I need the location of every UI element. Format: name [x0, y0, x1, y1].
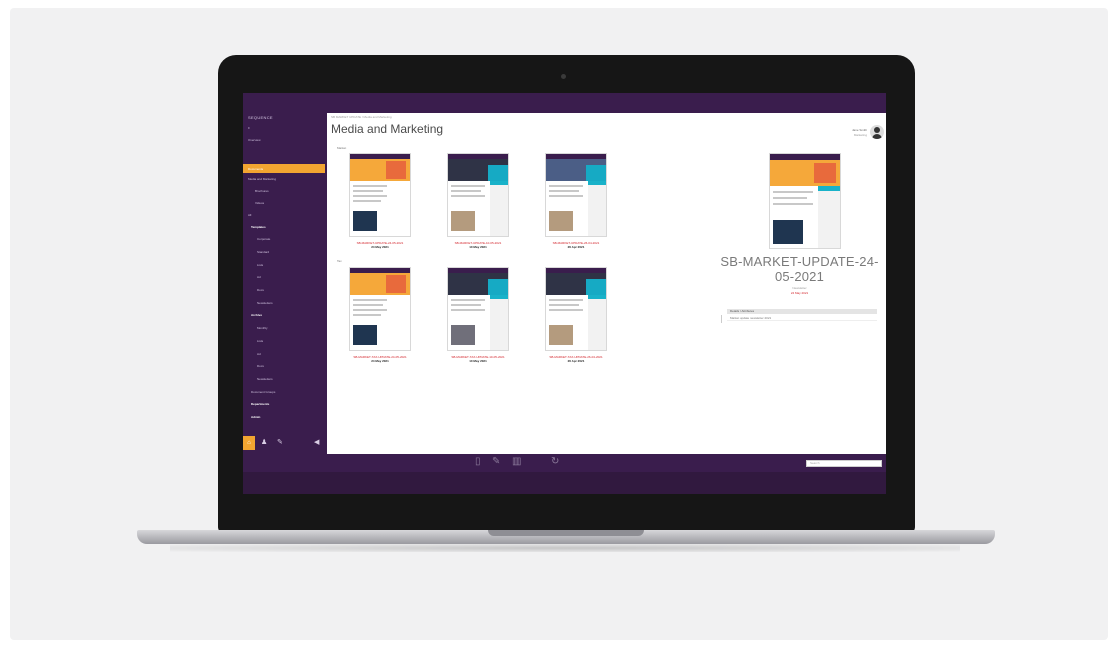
detail-divider — [721, 315, 722, 323]
sidebar-item-monthly[interactable]: Monthly — [257, 326, 268, 330]
document-card[interactable]: SB-MARKET-TAX-UPDATE-26-04-2021 26 Apr 2… — [539, 267, 609, 367]
search-input[interactable]: Search — [806, 460, 882, 467]
sidebar-item-archive[interactable]: Archive — [251, 313, 262, 317]
sidebar-item-lists-2[interactable]: Lists — [257, 339, 263, 343]
document-date: 24 May 2021 — [371, 245, 389, 249]
laptop-shadow — [170, 544, 960, 552]
sidebar-item-brochures[interactable]: Brochures — [255, 189, 269, 193]
document-card[interactable]: SB-MARKET-TAX-UPDATE-24-05-2021 24 May 2… — [343, 267, 413, 367]
breadcrumb[interactable]: SB MARKET UPDATE / Media and Marketing — [331, 115, 392, 119]
bottom-status-strip — [243, 472, 886, 494]
app-logo[interactable]: SEQUENCE — [248, 115, 273, 120]
edit-icon[interactable]: ✎ — [492, 457, 500, 467]
webcam — [561, 74, 566, 79]
sidebar-item-newsletters[interactable]: Newsletters — [257, 301, 273, 305]
document-thumbnail[interactable] — [545, 153, 607, 237]
sidebar-item-menu[interactable]: ≡ — [248, 126, 250, 130]
collapse-icon[interactable]: ◀ — [314, 438, 319, 448]
sidebar-item-templates[interactable]: Templates — [251, 225, 266, 229]
trash-icon[interactable]: ▥ — [512, 457, 521, 467]
sidebar: SEQUENCE ≡ Overview Documents Media and … — [243, 113, 327, 454]
sidebar-item-ad-2[interactable]: Ad — [257, 352, 261, 356]
document-card[interactable]: SB-MARKET-UPDATE-10-05-2021 10 May 2021 — [441, 153, 511, 253]
sidebar-item-document-groups[interactable]: Document Groups — [251, 390, 275, 394]
document-thumbnail[interactable] — [545, 267, 607, 351]
detail-thumbnail[interactable] — [769, 153, 841, 249]
sidebar-item-newsletters-2[interactable]: Newsletters — [257, 377, 273, 381]
sidebar-item-standard[interactable]: Standard — [257, 250, 269, 254]
section-label-tax: Tax — [337, 259, 342, 263]
document-detail-panel: SB-MARKET-UPDATE-24-05-2021 Newsletter 2… — [717, 133, 882, 363]
section-label-market: Market — [337, 146, 347, 150]
sidebar-item-documents[interactable]: Documents — [243, 164, 325, 173]
user-icon[interactable]: ♟ — [261, 438, 267, 448]
main-content: SB MARKET UPDATE / Media and Marketing M… — [327, 113, 886, 454]
detail-title: SB-MARKET-UPDATE-24-05-2021 — [720, 254, 879, 284]
sidebar-item-departments[interactable]: Departments — [251, 402, 269, 406]
document-date: 26 Apr 2021 — [567, 245, 585, 249]
detail-tag: 24 May 2021 — [790, 291, 809, 295]
laptop-screen: SEQUENCE ≡ Overview Documents Media and … — [243, 93, 886, 494]
sidebar-item-videos[interactable]: Videos — [255, 201, 264, 205]
app-topbar — [243, 93, 886, 113]
bottom-toolbar: ▯ ✎ ▥ ↻ Search — [243, 454, 886, 494]
page-title: Media and Marketing — [331, 122, 444, 136]
pin-icon[interactable]: ✎ — [277, 438, 283, 448]
sidebar-item-docs-2[interactable]: Docs — [257, 364, 264, 368]
document-card[interactable]: SB-MARKET-UPDATE-24-05-2021 24 May 2021 — [343, 153, 413, 253]
file-icon[interactable]: ▯ — [475, 457, 481, 467]
document-thumbnail[interactable] — [447, 267, 509, 351]
sidebar-item-media-marketing[interactable]: Media and Marketing — [248, 177, 276, 181]
detail-table-row[interactable]: Market update newsletter 2021 — [727, 316, 877, 321]
laptop-notch — [488, 530, 644, 536]
document-card[interactable]: SB-MARKET-TAX-UPDATE-10-05-2021 10 May 2… — [441, 267, 511, 367]
sidebar-item-lists[interactable]: Lists — [257, 263, 263, 267]
sidebar-item-all[interactable]: All — [248, 213, 251, 217]
user-name: Jane Smith — [851, 128, 867, 132]
document-date: 24 May 2021 — [371, 359, 389, 363]
home-button[interactable]: ⌂ — [243, 436, 255, 450]
sidebar-item-ad[interactable]: Ad — [257, 275, 261, 279]
detail-subtitle: Newsletter — [792, 286, 807, 290]
document-date: 10 May 2021 — [469, 359, 487, 363]
document-date: 10 May 2021 — [469, 245, 487, 249]
sidebar-item-docs[interactable]: Docs — [257, 288, 264, 292]
sidebar-item-admin[interactable]: Admin — [251, 415, 260, 419]
document-thumbnail[interactable] — [447, 153, 509, 237]
sidebar-item-overview[interactable]: Overview — [248, 138, 261, 142]
refresh-icon[interactable]: ↻ — [551, 457, 559, 467]
detail-table-header: Details / Attributes — [727, 309, 877, 314]
document-date: 26 Apr 2021 — [567, 359, 585, 363]
document-card[interactable]: SB-MARKET-UPDATE-26-04-2021 26 Apr 2021 — [539, 153, 609, 253]
sidebar-toolbar: ⌂ ♟ ✎ ◀ — [243, 436, 327, 450]
document-thumbnail[interactable] — [349, 267, 411, 351]
sidebar-item-corporate[interactable]: Corporate — [257, 237, 270, 241]
document-thumbnail[interactable] — [349, 153, 411, 237]
